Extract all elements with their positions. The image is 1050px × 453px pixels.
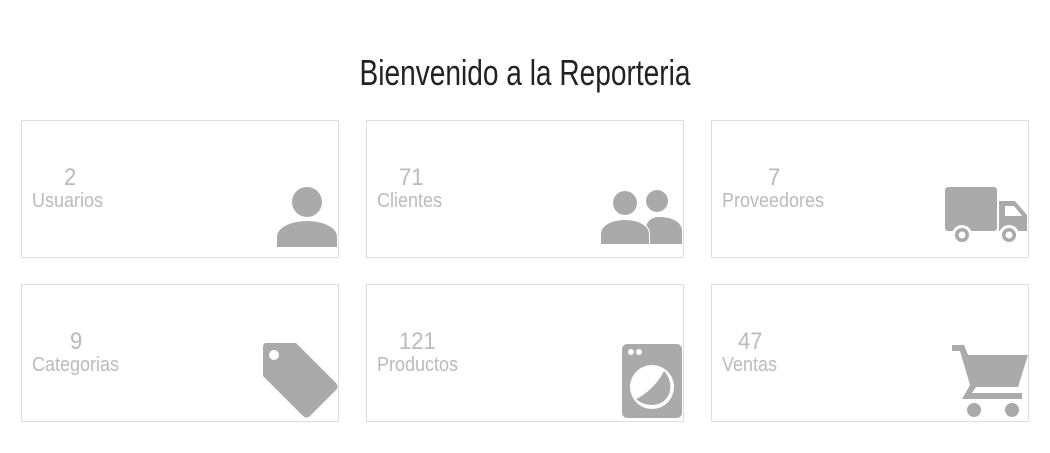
- card-productos[interactable]: 121 Productos: [366, 284, 684, 422]
- card-label: Usuarios: [32, 190, 104, 212]
- truck-icon: [943, 185, 1029, 247]
- card-label: Categorias: [32, 354, 120, 376]
- card-ventas[interactable]: 47 Ventas: [711, 284, 1029, 422]
- card-proveedores[interactable]: 7 Proveedores: [711, 120, 1029, 258]
- group-icon: [598, 189, 684, 245]
- card-count: 7: [768, 164, 781, 191]
- card-label: Productos: [377, 354, 459, 376]
- user-icon: [276, 185, 338, 247]
- shopping-cart-icon: [950, 343, 1030, 419]
- card-categorias[interactable]: 9 Categorias: [21, 284, 339, 422]
- card-usuarios[interactable]: 2 Usuarios: [21, 120, 339, 258]
- card-label: Proveedores: [722, 190, 825, 212]
- card-label: Clientes: [377, 190, 443, 212]
- card-label: Ventas: [722, 354, 778, 376]
- card-clientes[interactable]: 71 Clientes: [366, 120, 684, 258]
- card-count: 121: [399, 328, 436, 355]
- card-count: 47: [738, 328, 763, 355]
- tag-icon: [260, 343, 338, 419]
- card-count: 71: [399, 164, 424, 191]
- dashboard-page: Bienvenido a la Reporteria 2 Usuarios 71…: [0, 0, 1050, 453]
- washing-machine-icon: [621, 343, 683, 419]
- page-title: Bienvenido a la Reporteria: [359, 52, 691, 93]
- card-count: 9: [70, 328, 83, 355]
- card-count: 2: [64, 164, 77, 191]
